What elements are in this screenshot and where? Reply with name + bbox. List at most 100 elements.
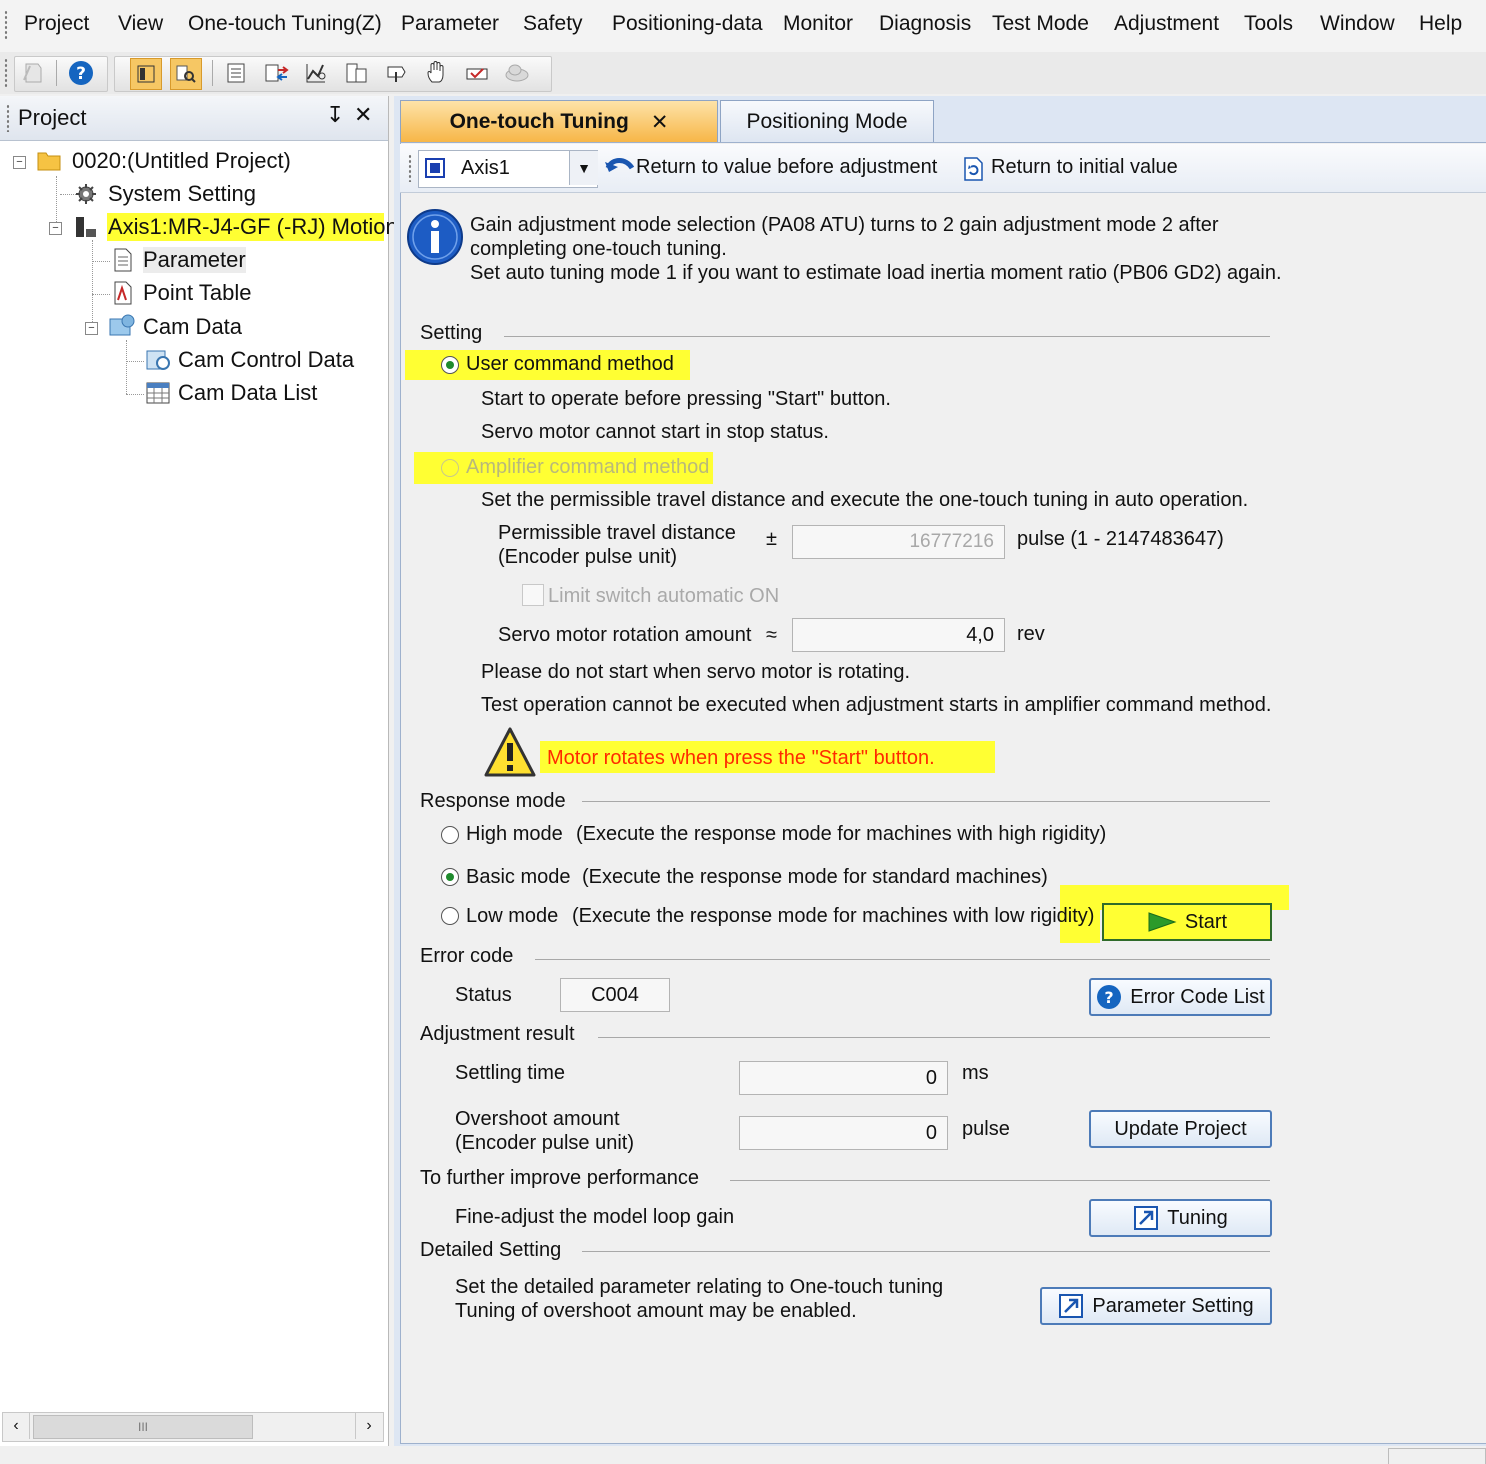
- detailed-desc-2: Tuning of overshoot amount may be enable…: [455, 1300, 857, 1322]
- response-mode-header: Response mode: [420, 790, 566, 812]
- open-window-icon: [1059, 1294, 1084, 1318]
- tree-item-parameter[interactable]: Parameter: [143, 247, 246, 273]
- gear-icon: [74, 182, 96, 204]
- svg-text:?: ?: [1105, 988, 1114, 1007]
- collapse-cam-data-icon[interactable]: −: [85, 322, 98, 335]
- low-mode-label[interactable]: Low mode: [466, 905, 558, 928]
- overshoot-label: Overshoot amount: [455, 1108, 620, 1130]
- graph-icon[interactable]: [302, 58, 332, 88]
- tree-item-cam-control-data[interactable]: Cam Control Data: [178, 347, 354, 373]
- toolbar-separator: [56, 60, 57, 86]
- menu-tools[interactable]: Tools: [1244, 12, 1293, 36]
- high-mode-desc: (Execute the response mode for machines …: [576, 823, 1107, 845]
- warning-icon: [483, 726, 537, 778]
- improve-performance-header: To further improve performance: [420, 1167, 700, 1189]
- user-command-radio[interactable]: [441, 356, 459, 374]
- menu-adjustment[interactable]: Adjustment: [1114, 12, 1219, 36]
- low-mode-radio[interactable]: [441, 907, 459, 925]
- tab-positioning-mode[interactable]: Positioning Mode: [720, 100, 934, 143]
- menu-project[interactable]: Project: [24, 12, 89, 36]
- menu-safety[interactable]: Safety: [523, 12, 583, 36]
- rotation-amount-label: Servo motor rotation amount: [498, 624, 752, 646]
- axis-toolbar: Axis1 ▼ Return to value before adjustmen…: [400, 144, 1486, 193]
- menu-test-mode[interactable]: Test Mode: [992, 12, 1089, 36]
- info-line-2: completing one-touch tuning.: [470, 238, 727, 260]
- parameter-setting-button[interactable]: Parameter Setting: [1040, 1287, 1272, 1325]
- rotation-amount-input[interactable]: 4,0: [792, 618, 1005, 652]
- transfer-icon[interactable]: [262, 58, 292, 88]
- scroll-thumb[interactable]: III: [33, 1415, 253, 1439]
- travel-distance-unit: pulse (1 - 2147483647): [1017, 528, 1224, 550]
- tree-item-point-table[interactable]: Point Table: [143, 280, 251, 306]
- menu-view[interactable]: View: [118, 12, 163, 36]
- collapse-axis-icon[interactable]: −: [49, 222, 62, 235]
- return-initial-value-button[interactable]: Return to initial value: [991, 156, 1178, 179]
- axis-select[interactable]: Axis1 ▼: [418, 150, 598, 188]
- menu-monitor[interactable]: Monitor: [783, 12, 853, 36]
- document-icon[interactable]: [342, 58, 372, 88]
- overshoot-sublabel: (Encoder pulse unit): [455, 1132, 634, 1154]
- tab-one-touch-tuning[interactable]: One-touch Tuning ✕: [400, 100, 718, 143]
- hand-icon[interactable]: [422, 58, 452, 88]
- fine-adjust-label: Fine-adjust the model loop gain: [455, 1206, 735, 1228]
- start-button[interactable]: Start: [1102, 903, 1272, 941]
- parameter-list-icon[interactable]: [222, 58, 252, 88]
- limit-switch-checkbox[interactable]: [522, 584, 544, 606]
- adjustment-result-divider: [598, 1037, 1270, 1038]
- collapse-root-icon[interactable]: −: [13, 156, 26, 169]
- scroll-left-icon[interactable]: ‹: [3, 1413, 30, 1439]
- tree-line: [126, 394, 144, 395]
- update-project-button[interactable]: Update Project: [1089, 1110, 1272, 1148]
- cam-control-icon: [145, 347, 170, 370]
- menu-help[interactable]: Help: [1419, 12, 1462, 36]
- svg-text:?: ?: [76, 64, 86, 84]
- tuning-button[interactable]: Tuning: [1089, 1199, 1272, 1237]
- plus-minus-sign: ±: [766, 528, 777, 550]
- toolbar-separator: [212, 60, 213, 86]
- servo-amplifier-icon: [74, 215, 96, 237]
- note-do-not-start: Please do not start when servo motor is …: [481, 661, 911, 683]
- response-mode-divider: [582, 801, 1270, 802]
- project-horizontal-scrollbar[interactable]: ‹ III ›: [2, 1412, 384, 1442]
- tree-line: [126, 361, 144, 362]
- basic-mode-label[interactable]: Basic mode: [466, 866, 571, 889]
- amplifier-command-radio[interactable]: [441, 459, 459, 477]
- pin-icon[interactable]: ↧: [326, 102, 344, 128]
- close-tab-icon[interactable]: ✕: [651, 110, 669, 135]
- shoe-icon[interactable]: [462, 58, 492, 88]
- axis-select-value: Axis1: [461, 157, 510, 179]
- error-code-divider: [535, 959, 1270, 960]
- high-mode-radio[interactable]: [441, 826, 459, 844]
- menu-one-touch-tuning[interactable]: One-touch Tuning(Z): [188, 12, 382, 36]
- chevron-down-icon[interactable]: ▼: [569, 151, 598, 185]
- status-field: C004: [560, 978, 670, 1012]
- undo-arrow-icon[interactable]: [604, 154, 635, 180]
- cloud-icon[interactable]: [502, 58, 532, 88]
- help-icon[interactable]: ?: [66, 58, 96, 88]
- menu-parameter[interactable]: Parameter: [401, 12, 499, 36]
- reset-doc-icon[interactable]: [963, 156, 985, 182]
- return-before-adjustment-button[interactable]: Return to value before adjustment: [636, 156, 937, 179]
- menu-window[interactable]: Window: [1320, 12, 1395, 36]
- high-mode-label[interactable]: High mode: [466, 823, 563, 846]
- tree-item-axis[interactable]: Axis1:MR-J4-GF (-RJ) Motion: [108, 214, 398, 240]
- user-command-label[interactable]: User command method: [466, 353, 674, 376]
- tree-item-system-setting[interactable]: System Setting: [108, 181, 256, 207]
- basic-mode-radio[interactable]: [441, 868, 459, 886]
- tuning-icon[interactable]: [382, 58, 412, 88]
- tree-item-cam-data[interactable]: Cam Data: [143, 314, 242, 340]
- amplifier-command-label[interactable]: Amplifier command method: [466, 456, 709, 479]
- tree-item-project[interactable]: 0020:(Untitled Project): [72, 148, 291, 174]
- error-code-list-button[interactable]: ? Error Code List: [1089, 978, 1272, 1016]
- search-tree-icon[interactable]: [170, 58, 202, 90]
- print-icon[interactable]: [18, 58, 48, 88]
- layout-icon[interactable]: [130, 58, 162, 90]
- tree-item-cam-data-list[interactable]: Cam Data List: [178, 380, 317, 406]
- menu-positioning-data[interactable]: Positioning-data: [612, 12, 763, 36]
- approx-sign: ≈: [766, 624, 777, 646]
- menu-diagnosis[interactable]: Diagnosis: [879, 12, 971, 36]
- scroll-right-icon[interactable]: ›: [355, 1413, 382, 1439]
- travel-distance-input[interactable]: 16777216: [792, 525, 1005, 559]
- close-panel-icon[interactable]: ✕: [354, 102, 372, 128]
- improve-performance-divider: [730, 1180, 1270, 1181]
